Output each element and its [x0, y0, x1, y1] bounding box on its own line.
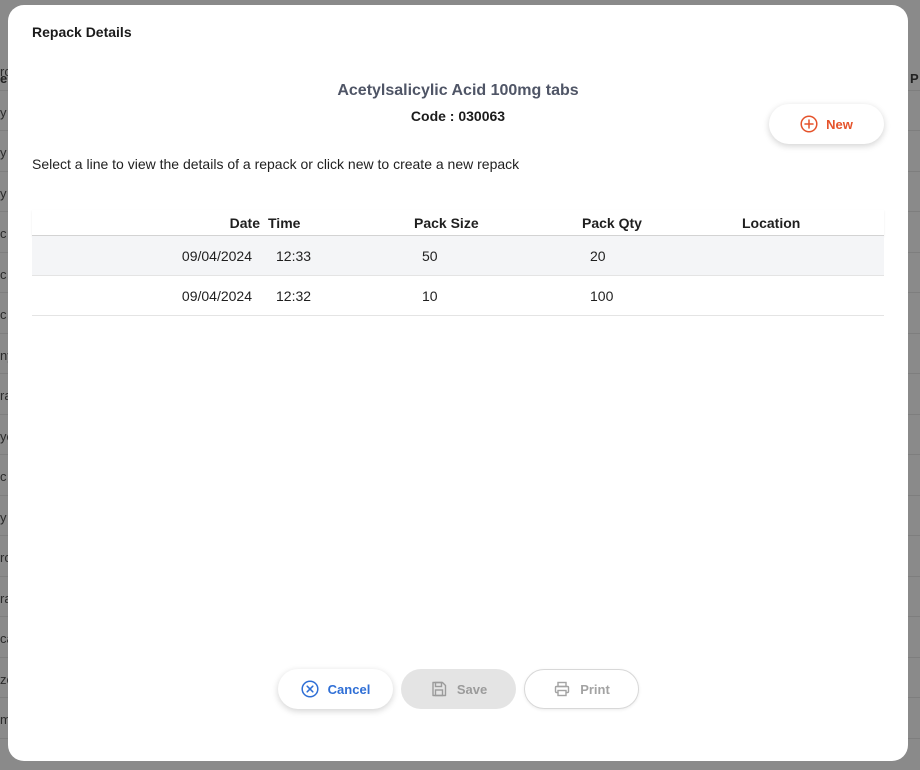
save-button[interactable]: Save: [401, 669, 516, 709]
item-name: Acetylsalicylic Acid 100mg tabs: [337, 82, 579, 99]
modal-title: Repack Details: [32, 24, 132, 40]
column-header-pack-size[interactable]: Pack Size: [414, 215, 479, 231]
new-button-label: New: [826, 116, 853, 132]
print-button-label: Print: [580, 681, 610, 697]
plus-circle-icon: [800, 115, 818, 133]
repack-details-modal: Repack Details Acetylsalicylic Acid 100m…: [8, 5, 908, 761]
column-header-time[interactable]: Time: [268, 215, 300, 231]
cell-pack-qty: 20: [590, 248, 606, 264]
item-code-label: Code :: [410, 108, 459, 124]
table-row[interactable]: 09/04/2024 12:33 50 20: [32, 236, 884, 276]
cell-pack-size: 50: [422, 248, 438, 264]
column-header-pack-qty[interactable]: Pack Qty: [582, 215, 642, 231]
cell-date: 09/04/2024: [181, 288, 252, 304]
cell-time: 12:32: [276, 288, 312, 304]
cell-pack-qty: 100: [590, 288, 614, 304]
floppy-disk-icon: [430, 680, 448, 698]
print-button[interactable]: Print: [524, 669, 639, 709]
table-row[interactable]: 09/04/2024 12:32 10 100: [32, 276, 884, 316]
save-button-label: Save: [456, 681, 488, 697]
cell-time: 12:33: [276, 248, 312, 264]
table-header: Date Time Pack Size Pack Qty Location: [32, 210, 884, 236]
printer-icon: [553, 680, 571, 698]
cell-pack-size: 10: [422, 288, 438, 304]
column-header-date[interactable]: Date: [230, 215, 260, 231]
x-circle-icon: [301, 680, 319, 698]
cancel-button[interactable]: Cancel: [278, 669, 393, 709]
repack-table: Date Time Pack Size Pack Qty Location 09…: [32, 210, 884, 316]
column-header-location[interactable]: Location: [742, 215, 800, 231]
new-repack-button[interactable]: New: [769, 104, 884, 144]
cancel-button-label: Cancel: [327, 681, 371, 697]
item-code-value: 030063: [458, 108, 506, 124]
cell-date: 09/04/2024: [181, 248, 252, 264]
instructions-text: Select a line to view the details of a r…: [32, 156, 520, 172]
